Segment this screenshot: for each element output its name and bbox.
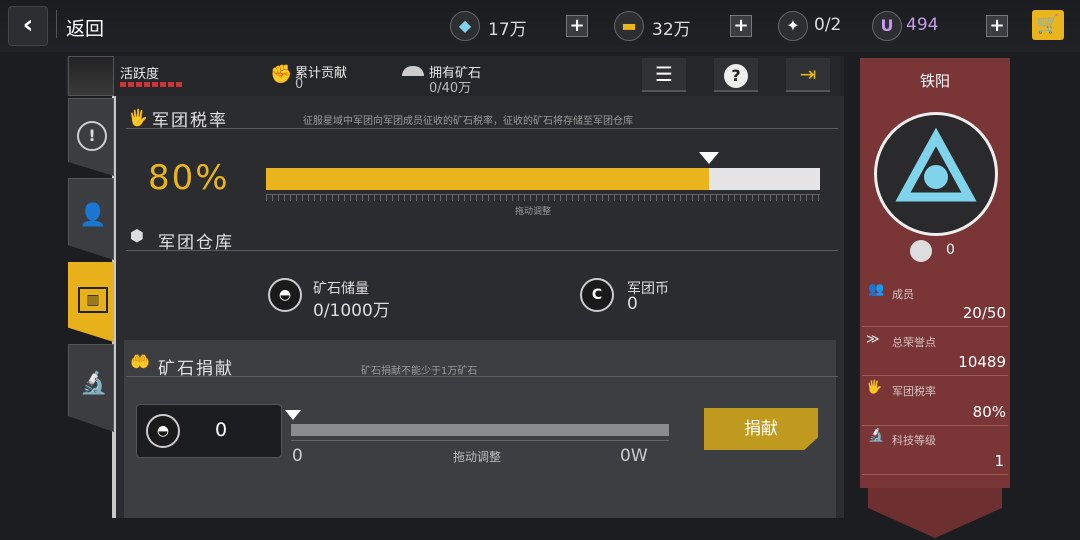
donate-slider[interactable]: [291, 424, 669, 436]
tax-drag-hint: 拖动调整: [515, 207, 552, 217]
help-icon[interactable]: ?: [714, 58, 758, 92]
gold-icon: ▬: [614, 11, 644, 41]
ore-storage-label: 矿石储量: [313, 281, 369, 297]
ore-icon: ◓: [268, 278, 302, 312]
legion-name: 铁阳: [919, 72, 950, 90]
back-button[interactable]: ‹: [8, 6, 48, 46]
legion-panel-tail: [868, 488, 1002, 538]
members-label: 成员: [892, 288, 914, 301]
members-icon: 👥: [868, 282, 885, 297]
contribution-value: 0: [295, 77, 304, 92]
activity-label: 活跃度: [120, 67, 160, 82]
back-label[interactable]: 返回: [66, 14, 104, 41]
wings-icon: ≫: [866, 332, 880, 347]
tax-slider-ticks: [266, 194, 820, 201]
donate-hint: 矿石捐献不能少于1万矿石: [361, 366, 478, 377]
tab-warehouse[interactable]: ▥: [68, 262, 114, 342]
tax-slider-thumb[interactable]: [699, 152, 720, 164]
divider: [126, 128, 838, 129]
shop-cart-icon[interactable]: 🛒: [1032, 10, 1064, 40]
members-value: 20/50: [962, 304, 1006, 322]
donate-amount: 0: [215, 419, 228, 441]
gold-value: 32万: [652, 20, 691, 40]
legion-logo-icon: [895, 127, 977, 202]
crystal-icon: ◆: [450, 11, 480, 41]
energy-icon: ✦: [778, 11, 808, 41]
fist-icon: ✊: [270, 64, 293, 85]
add-u-button[interactable]: +: [986, 15, 1008, 37]
donate-slider-thumb[interactable]: [285, 410, 301, 420]
activity-bar: [120, 82, 184, 87]
member-icon: 👤: [79, 203, 107, 228]
legion-tax-value: 80%: [972, 403, 1006, 421]
energy-value: 0/2: [814, 15, 842, 35]
microscope-icon: 🔬: [80, 371, 108, 396]
top-bar: ‹ 返回 ◆ 17万 + ▬ 32万 + ✦ 0/2 U 494 + 🛒: [0, 0, 1080, 52]
exit-door-icon[interactable]: ⇥: [786, 58, 830, 92]
honor-value: 10489: [958, 353, 1006, 371]
badge-value: 0: [946, 242, 955, 258]
badge-icon: [910, 240, 932, 262]
tax-slider-fill: [266, 168, 710, 190]
crystal-value: 17万: [488, 20, 527, 40]
divider: [862, 425, 1008, 426]
ore-icon: ◓: [146, 414, 180, 448]
ore-owned-value: 0/40万: [429, 81, 472, 96]
u-value: 494: [906, 15, 939, 35]
tech-value: 1: [994, 452, 1004, 470]
donate-amount-box[interactable]: ◓ 0: [136, 404, 282, 458]
donate-min-label: 0: [292, 446, 303, 466]
tab-notice[interactable]: !: [68, 98, 114, 176]
tax-value: 80%: [148, 158, 230, 198]
divider: [126, 376, 838, 377]
tab-members[interactable]: 👤: [68, 178, 114, 260]
divider: [291, 440, 669, 441]
divider: [862, 474, 1008, 475]
microscope-icon: 🔬: [868, 428, 885, 443]
donate-drag-hint: 拖动调整: [453, 450, 502, 464]
u-icon: U: [872, 11, 902, 41]
warehouse-icon: ▥: [78, 287, 108, 313]
divider: [862, 375, 1008, 376]
donate-hand-icon: 🤲: [130, 352, 150, 371]
hand-coin-icon: 🖐: [866, 380, 883, 395]
ore-storage-value: 0/1000万: [313, 301, 390, 321]
list-icon[interactable]: ☰: [642, 58, 686, 92]
tax-slider[interactable]: [266, 168, 820, 190]
add-gold-button[interactable]: +: [730, 15, 752, 37]
donate-max-label: 0W: [620, 446, 648, 466]
add-crystal-button[interactable]: +: [566, 15, 588, 37]
legion-emblem[interactable]: [874, 112, 998, 236]
tax-description: 征服星域中军团向军团成员征收的矿石税率，征收的矿石将存储至军团仓库: [303, 116, 633, 127]
divider: [56, 10, 57, 38]
alert-icon: !: [77, 121, 107, 151]
tab-tech[interactable]: 🔬: [68, 344, 114, 432]
legion-coin-icon: C: [580, 278, 614, 312]
divider: [126, 250, 838, 251]
box-icon: ⬢: [130, 226, 144, 245]
avatar[interactable]: [68, 56, 114, 96]
divider: [862, 326, 1008, 327]
hand-coin-icon: 🖐: [128, 108, 148, 127]
honor-label: 总荣誉点: [892, 336, 936, 349]
legion-coin-value: 0: [627, 294, 638, 314]
donate-button[interactable]: 捐献: [704, 408, 818, 450]
legion-tax-label: 军团税率: [892, 385, 936, 398]
tech-label: 科技等级: [892, 434, 936, 447]
